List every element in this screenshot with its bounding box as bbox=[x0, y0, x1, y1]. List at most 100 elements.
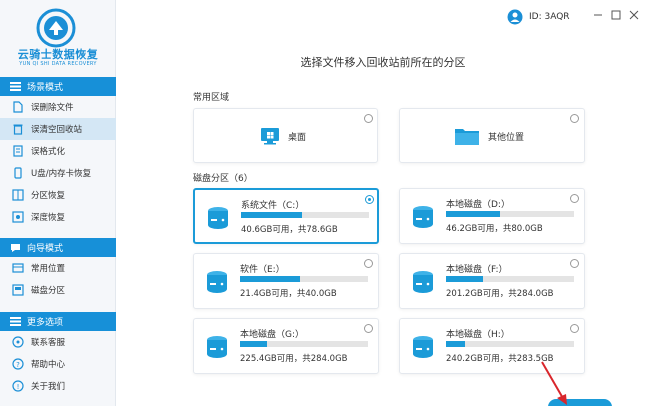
close-icon bbox=[629, 10, 639, 20]
sidebar-item-label: 误删除文件 bbox=[31, 103, 74, 113]
sidebar-item-help[interactable]: ? 帮助中心 bbox=[0, 353, 116, 375]
section-title: 更多选项 bbox=[27, 318, 64, 328]
sidebar-item-about[interactable]: ! 关于我们 bbox=[0, 375, 116, 397]
sidebar-item-label: 分区恢复 bbox=[31, 191, 66, 201]
drive-usage-fill bbox=[446, 276, 484, 282]
drive-capacity: 240.2GB可用，共283.5GB bbox=[446, 354, 554, 364]
drive-card[interactable]: 本地磁盘（D:） 46.2GB可用，共80.0GB bbox=[399, 188, 585, 244]
sidebar-item-label: U盘/内存卡恢复 bbox=[31, 169, 92, 179]
location-icon bbox=[12, 262, 24, 274]
drive-usage-bar bbox=[240, 341, 368, 347]
area-card-desktop[interactable]: 桌面 bbox=[193, 108, 378, 163]
drive-name: 本地磁盘（D:） bbox=[446, 200, 510, 210]
drive-usage-bar bbox=[446, 211, 574, 217]
drive-usage-fill bbox=[241, 212, 303, 218]
drive-usage-fill bbox=[446, 211, 500, 217]
drive-name: 本地磁盘（H:） bbox=[446, 330, 510, 340]
close-button[interactable] bbox=[628, 9, 640, 21]
headset-icon bbox=[12, 336, 24, 348]
hard-drive-icon bbox=[207, 271, 227, 293]
radio-desktop[interactable] bbox=[364, 114, 373, 123]
sidebar-item-usb[interactable]: U盘/内存卡恢复 bbox=[0, 162, 116, 184]
radio-other[interactable] bbox=[570, 114, 579, 123]
section-guide-mode: 向导模式 常用位置 磁盘分区 bbox=[0, 238, 116, 301]
sidebar-item-deep-scan[interactable]: 深度恢复 bbox=[0, 206, 116, 228]
section-scene-mode: 场景模式 误删除文件 误清空回收站 误格式化 U盘/内存卡恢复 分区恢复 深度恢… bbox=[0, 77, 116, 228]
drive-radio[interactable] bbox=[570, 259, 579, 268]
sidebar-item-label: 磁盘分区 bbox=[31, 286, 66, 296]
sidebar-item-disk-partition[interactable]: 磁盘分区 bbox=[0, 279, 116, 301]
arrow-annotation-icon bbox=[541, 361, 567, 405]
disk-partition-icon bbox=[12, 284, 24, 296]
user-id-label: ID: 3AQR bbox=[529, 12, 570, 22]
sidebar-item-label: 帮助中心 bbox=[31, 360, 66, 370]
more-options-icon bbox=[10, 317, 21, 326]
drive-capacity: 201.2GB可用，共284.0GB bbox=[446, 289, 554, 299]
section-header-more: 更多选项 bbox=[0, 312, 116, 331]
drive-card[interactable]: 本地磁盘（F:） 201.2GB可用，共284.0GB bbox=[399, 253, 585, 309]
user-id[interactable]: ID: 3AQR bbox=[507, 9, 570, 25]
hard-drive-icon bbox=[413, 336, 433, 358]
sidebar-item-label: 深度恢复 bbox=[31, 213, 66, 223]
logo-icon bbox=[36, 8, 76, 48]
common-areas-label: 常用区域 bbox=[193, 93, 230, 103]
maximize-icon bbox=[611, 10, 621, 20]
scene-mode-icon bbox=[10, 82, 21, 91]
sidebar-item-label: 常用位置 bbox=[31, 264, 66, 274]
minimize-button[interactable] bbox=[592, 9, 604, 21]
help-icon: ? bbox=[12, 358, 24, 370]
drive-card[interactable]: 软件（E:） 21.4GB可用，共40.0GB bbox=[193, 253, 379, 309]
drive-name: 软件（E:） bbox=[240, 265, 285, 275]
drive-card[interactable]: 本地磁盘（G:） 225.4GB可用，共284.0GB bbox=[193, 318, 379, 374]
drive-capacity: 46.2GB可用，共80.0GB bbox=[446, 224, 543, 234]
drive-capacity: 21.4GB可用，共40.0GB bbox=[240, 289, 337, 299]
info-icon: ! bbox=[12, 380, 24, 392]
drive-radio[interactable] bbox=[570, 324, 579, 333]
drive-usage-bar bbox=[446, 276, 574, 282]
sidebar-item-format[interactable]: 误格式化 bbox=[0, 140, 116, 162]
drive-capacity: 225.4GB可用，共284.0GB bbox=[240, 354, 348, 364]
sidebar-item-contact[interactable]: 联系客服 bbox=[0, 331, 116, 353]
section-header-guide: 向导模式 bbox=[0, 238, 116, 257]
drive-usage-fill bbox=[240, 341, 267, 347]
sidebar-item-label: 误清空回收站 bbox=[31, 125, 83, 135]
drive-capacity: 40.6GB可用，共78.6GB bbox=[241, 225, 338, 235]
drive-usage-fill bbox=[446, 341, 466, 347]
app-logo: 云骑士数据恢复 YUN QI SHI DATA RECOVERY bbox=[0, 0, 115, 74]
usb-icon bbox=[12, 167, 24, 179]
drive-radio[interactable] bbox=[365, 195, 374, 204]
drive-name: 系统文件（C:） bbox=[241, 201, 305, 211]
maximize-button[interactable] bbox=[610, 9, 622, 21]
partition-icon bbox=[12, 189, 24, 201]
logo-title: 云骑士数据恢复 bbox=[17, 48, 99, 61]
drive-card[interactable]: 系统文件（C:） 40.6GB可用，共78.6GB bbox=[193, 188, 379, 244]
area-label: 其他位置 bbox=[488, 132, 525, 143]
folder-icon bbox=[455, 129, 479, 145]
area-card-other[interactable]: 其他位置 bbox=[399, 108, 585, 163]
section-title: 场景模式 bbox=[27, 83, 64, 93]
hard-drive-icon bbox=[413, 206, 433, 228]
drive-radio[interactable] bbox=[364, 259, 373, 268]
drive-usage-fill bbox=[240, 276, 301, 282]
disk-partitions-label: 磁盘分区（6） bbox=[193, 174, 253, 184]
desktop-icon bbox=[261, 128, 279, 145]
drive-usage-bar bbox=[241, 212, 369, 218]
sidebar-item-deleted-files[interactable]: 误删除文件 bbox=[0, 96, 116, 118]
drive-radio[interactable] bbox=[364, 324, 373, 333]
sidebar-item-label: 关于我们 bbox=[31, 382, 66, 392]
deep-scan-icon bbox=[12, 211, 24, 223]
sidebar-item-recycle-bin[interactable]: 误清空回收站 bbox=[0, 118, 116, 140]
sidebar-item-common-location[interactable]: 常用位置 bbox=[0, 257, 116, 279]
section-header-scene: 场景模式 bbox=[0, 77, 116, 96]
avatar-icon bbox=[507, 9, 523, 25]
drive-usage-bar bbox=[446, 341, 574, 347]
sidebar-item-label: 误格式化 bbox=[31, 147, 66, 157]
drive-radio[interactable] bbox=[570, 194, 579, 203]
drive-usage-bar bbox=[240, 276, 368, 282]
svg-text:!: ! bbox=[17, 383, 20, 391]
sidebar-item-partition[interactable]: 分区恢复 bbox=[0, 184, 116, 206]
svg-text:?: ? bbox=[16, 361, 20, 369]
delete-file-icon bbox=[12, 101, 24, 113]
page-title: 选择文件移入回收站前所在的分区 bbox=[300, 56, 466, 69]
guide-mode-icon bbox=[11, 243, 20, 252]
